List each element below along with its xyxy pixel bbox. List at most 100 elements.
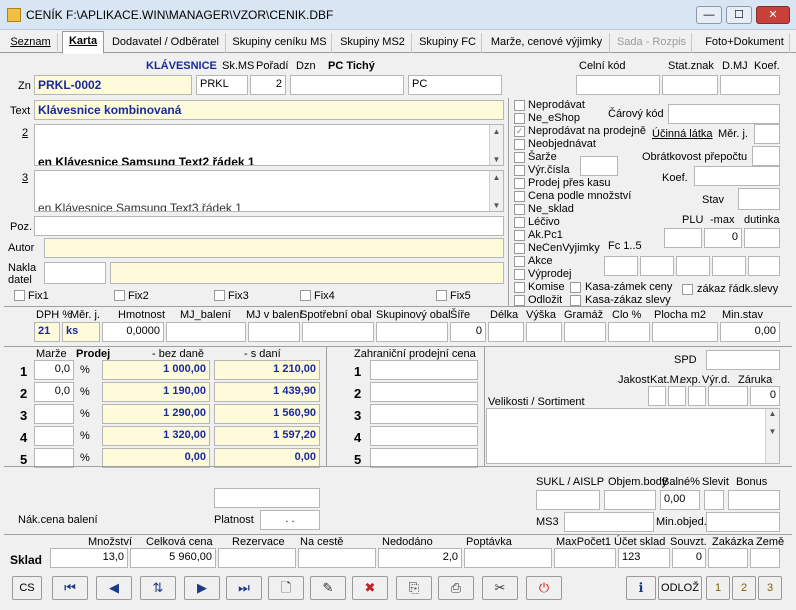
stav-field[interactable] (738, 188, 780, 210)
mjvbal-field[interactable] (248, 322, 300, 342)
delete-record-icon[interactable]: ✖ (352, 576, 388, 600)
flag-1-checkbox[interactable] (514, 113, 525, 124)
fix2-checkbox[interactable] (114, 290, 125, 301)
skupobal-field[interactable] (376, 322, 448, 342)
plu-field[interactable] (664, 228, 702, 248)
celni-field[interactable] (576, 75, 660, 95)
celkova-field[interactable]: 5 960,00 (130, 548, 216, 568)
tab-sada[interactable]: Sada - Rozpis (612, 33, 692, 53)
price-row-4-s[interactable]: 1 597,20 (214, 426, 320, 446)
tab-skupiny-fc[interactable]: Skupiny FC (414, 33, 482, 53)
flag-15-checkbox[interactable] (514, 295, 525, 306)
price-row-1-bez[interactable]: 1 000,00 (102, 360, 210, 380)
foreign-3-field[interactable] (370, 404, 478, 424)
katm-field[interactable] (668, 386, 686, 406)
flag-0-checkbox[interactable] (514, 100, 525, 111)
flag-5-checkbox[interactable] (514, 165, 525, 176)
slevit-field[interactable] (704, 490, 724, 510)
first-record-icon[interactable]: ⏮ (52, 576, 88, 600)
mjbal-field[interactable] (166, 322, 246, 342)
price-row-4-marze[interactable] (34, 426, 74, 446)
tab-seznam[interactable]: Seznam (4, 33, 58, 53)
fc3-field[interactable] (676, 256, 710, 276)
cs-button[interactable]: CS (12, 576, 42, 600)
key3-icon[interactable]: 3 (758, 576, 782, 600)
flag-2-checkbox[interactable]: ✓ (514, 126, 525, 137)
plocha-field[interactable] (652, 322, 718, 342)
tab-skupiny-ms2[interactable]: Skupiny MS2 (334, 33, 412, 53)
bonus-field[interactable] (728, 490, 780, 510)
price-row-5-marze[interactable] (34, 448, 74, 468)
flag-3-checkbox[interactable] (514, 139, 525, 150)
minimize-button[interactable]: — (696, 6, 722, 24)
key1-icon[interactable]: 1 (706, 576, 730, 600)
foreign-2-field[interactable] (370, 382, 478, 402)
foreign-5-field[interactable] (370, 448, 478, 468)
carovy-field[interactable] (668, 104, 780, 124)
poptavka-field[interactable] (464, 548, 552, 568)
statznak-field[interactable] (662, 75, 718, 95)
price-row-5-s[interactable]: 0,00 (214, 448, 320, 468)
zakazka-field[interactable] (708, 548, 748, 568)
dph-field[interactable]: 21 (34, 322, 60, 342)
tab-skupiny-ms[interactable]: Skupiny ceníku MS (228, 33, 332, 53)
price-row-2-bez[interactable]: 1 190,00 (102, 382, 210, 402)
spotreb-field[interactable] (302, 322, 374, 342)
skms-field[interactable]: PRKL (196, 75, 248, 95)
price-row-4-bez[interactable]: 1 320,00 (102, 426, 210, 446)
copy-record-icon[interactable]: ⎘ (396, 576, 432, 600)
price-row-1-s[interactable]: 1 210,00 (214, 360, 320, 380)
souvzt-field[interactable]: 0 (672, 548, 706, 568)
last-record-icon[interactable]: ⏭ (226, 576, 262, 600)
price-row-2-s[interactable]: 1 439,90 (214, 382, 320, 402)
platnost-field[interactable]: . . (260, 510, 320, 530)
balne-field[interactable]: 0,00 (660, 490, 700, 510)
fix4-checkbox[interactable] (300, 290, 311, 301)
info-icon[interactable]: ℹ (626, 576, 656, 600)
dutinka-field[interactable] (744, 228, 780, 248)
tools-icon[interactable]: ✂ (482, 576, 518, 600)
flag-13-checkbox[interactable] (514, 269, 525, 280)
spd-field[interactable] (706, 350, 780, 370)
merj-field[interactable] (754, 124, 780, 144)
koef2-field[interactable] (694, 166, 780, 186)
velikosti-area[interactable]: ▲ ▼ (486, 408, 780, 464)
foreign-1-field[interactable] (370, 360, 478, 380)
price-row-3-s[interactable]: 1 560,90 (214, 404, 320, 424)
zakaz-checkbox[interactable] (682, 284, 693, 295)
flag-14-checkbox[interactable] (514, 282, 525, 293)
mj-field[interactable]: ks (62, 322, 100, 342)
fix5-checkbox[interactable] (436, 290, 447, 301)
nedodano-field[interactable]: 2,0 (378, 548, 462, 568)
sukl-field[interactable] (536, 490, 600, 510)
clo-field[interactable] (608, 322, 650, 342)
flag-6-checkbox[interactable] (514, 178, 525, 189)
edit-record-icon[interactable]: ✎ (310, 576, 346, 600)
flag-4-checkbox[interactable] (514, 152, 525, 163)
delka-field[interactable] (488, 322, 524, 342)
kasa2-checkbox[interactable] (570, 295, 581, 306)
flag-11-checkbox[interactable] (514, 243, 525, 254)
tab-foto[interactable]: Foto+Dokument (700, 33, 790, 53)
poradi-field[interactable]: 2 (250, 75, 286, 95)
close-button[interactable]: ✕ (756, 6, 790, 24)
text-field[interactable]: Klávesnice kombinovaná (34, 100, 504, 120)
ucet-field[interactable]: 123 (618, 548, 670, 568)
prev-record-icon[interactable]: ◀ (96, 576, 132, 600)
zaruka-field[interactable]: 0 (750, 386, 780, 406)
max-field[interactable]: 0 (704, 228, 742, 248)
sort-icon[interactable]: ⇅ (140, 576, 176, 600)
maxpocet-field[interactable] (554, 548, 616, 568)
print-icon[interactable]: ⎙ (438, 576, 474, 600)
jakost-field[interactable] (648, 386, 666, 406)
poz-field[interactable] (34, 216, 504, 236)
velikosti-scrollbar[interactable]: ▲ ▼ (765, 409, 779, 463)
fix3-checkbox[interactable] (214, 290, 225, 301)
flag-9-checkbox[interactable] (514, 217, 525, 228)
tab-karta[interactable]: Karta (62, 31, 104, 54)
flag-8-checkbox[interactable] (514, 204, 525, 215)
price-row-5-bez[interactable]: 0,00 (102, 448, 210, 468)
objem-field[interactable] (604, 490, 656, 510)
minobj-field[interactable] (706, 512, 780, 532)
vyr-cisla-field[interactable] (580, 156, 618, 176)
